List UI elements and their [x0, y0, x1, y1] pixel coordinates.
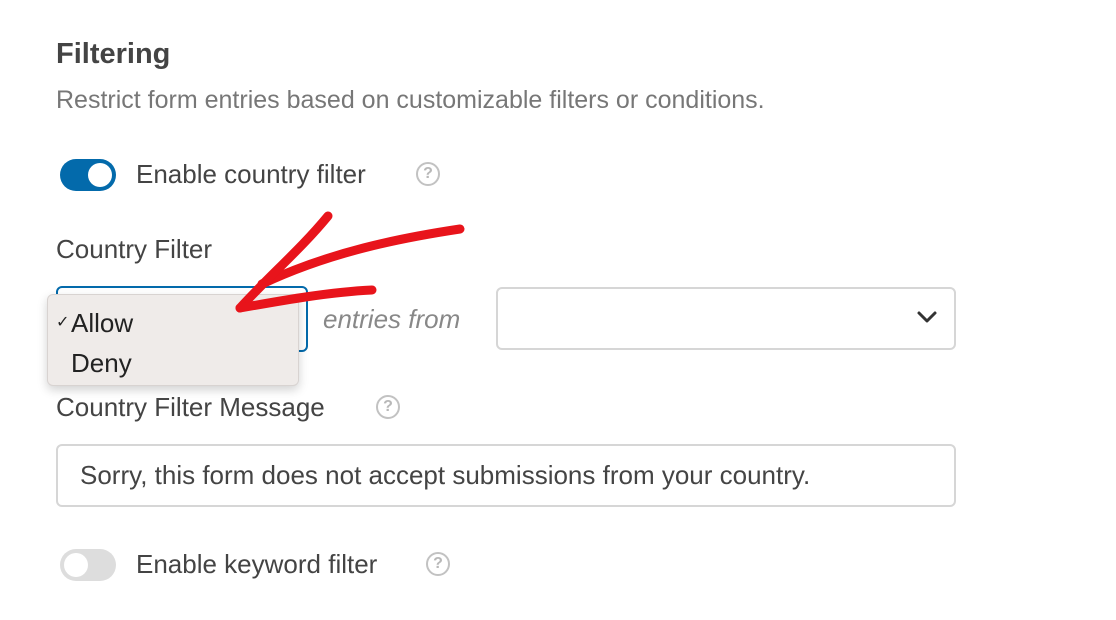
country-select[interactable]: [496, 287, 956, 350]
country-filter-toggle-label[interactable]: Enable country filter: [136, 158, 366, 190]
allow-deny-dropdown-menu: ✓ Allow Deny: [47, 294, 299, 386]
country-filter-toggle[interactable]: [60, 159, 116, 191]
question-mark-circle-icon[interactable]: ?: [376, 395, 400, 419]
entries-from-text: entries from: [323, 304, 461, 334]
country-filter-label: Country Filter: [56, 234, 213, 264]
checkmark-icon: ✓: [56, 314, 70, 331]
dropdown-option-deny[interactable]: Deny: [48, 343, 298, 383]
question-mark-circle-icon[interactable]: ?: [426, 552, 450, 576]
section-title: Filtering: [56, 38, 171, 70]
option-label: Deny: [71, 348, 132, 378]
chevron-down-icon: [917, 311, 937, 323]
country-filter-message-input[interactable]: Sorry, this form does not accept submiss…: [56, 444, 956, 507]
keyword-filter-toggle[interactable]: [60, 549, 116, 581]
section-description: Restrict form entries based on customiza…: [56, 86, 765, 114]
dropdown-option-allow[interactable]: ✓ Allow: [48, 303, 298, 343]
toggle-knob: [64, 553, 88, 577]
keyword-filter-toggle-label[interactable]: Enable keyword filter: [136, 548, 377, 580]
country-filter-message-label: Country Filter Message: [56, 392, 325, 422]
option-label: Allow: [71, 308, 134, 338]
question-mark-circle-icon[interactable]: ?: [416, 162, 440, 186]
toggle-knob: [88, 163, 112, 187]
